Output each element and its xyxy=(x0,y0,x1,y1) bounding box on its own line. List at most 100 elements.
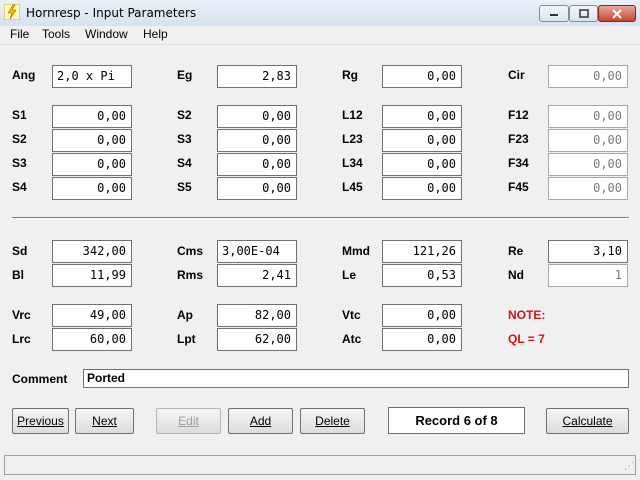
field-cms[interactable]: 3,00E-04 xyxy=(217,240,297,263)
field-s2[interactable]: 0,00 xyxy=(52,129,132,152)
menu-bar: File Tools Window Help xyxy=(0,26,640,45)
field-s5[interactable]: 0,00 xyxy=(217,177,297,200)
add-button[interactable]: Add xyxy=(228,408,293,434)
label-l45: L45 xyxy=(342,180,363,194)
close-button[interactable] xyxy=(598,5,636,22)
field-sd[interactable]: 342,00 xyxy=(52,240,132,263)
field-s3[interactable]: 0,00 xyxy=(52,153,132,176)
calculate-label: Calculate xyxy=(562,414,613,428)
field-lrc[interactable]: 60,00 xyxy=(52,328,132,351)
label-nd: Nd xyxy=(508,268,524,282)
field-f34[interactable]: 0,00 xyxy=(548,153,628,176)
menu-tools[interactable]: Tools xyxy=(42,27,70,41)
app-window: Hornresp - Input Parameters File Tools W… xyxy=(0,0,640,480)
field-le[interactable]: 0,53 xyxy=(382,264,462,287)
field-l34[interactable]: 0,00 xyxy=(382,153,462,176)
field-ang[interactable]: 2,0 x Pi xyxy=(52,65,132,88)
label-cms: Cms xyxy=(177,244,204,258)
resize-grip-icon[interactable]: ⋰ xyxy=(624,461,634,472)
label-cir: Cir xyxy=(508,68,525,82)
field-f12[interactable]: 0,00 xyxy=(548,105,628,128)
previous-label: Previous xyxy=(17,414,64,428)
label-s2: S2 xyxy=(12,132,27,146)
delete-label: Delete xyxy=(315,414,350,428)
calculate-button[interactable]: Calculate xyxy=(546,408,629,434)
field-vtc[interactable]: 0,00 xyxy=(382,304,462,327)
minimize-icon xyxy=(550,13,558,16)
field-s1[interactable]: 0,00 xyxy=(52,105,132,128)
next-button[interactable]: Next xyxy=(75,408,134,434)
label-ap: Ap xyxy=(177,308,193,322)
window-title: Hornresp - Input Parameters xyxy=(26,6,197,20)
field-re[interactable]: 3,10 xyxy=(548,240,628,263)
label-sd: Sd xyxy=(12,244,28,258)
field-mmd[interactable]: 121,26 xyxy=(382,240,462,263)
label-s5: S5 xyxy=(177,180,192,194)
field-ap[interactable]: 82,00 xyxy=(217,304,297,327)
field-f45[interactable]: 0,00 xyxy=(548,177,628,200)
label-l34: L34 xyxy=(342,156,363,170)
label-atc: Atc xyxy=(342,332,362,346)
menu-help[interactable]: Help xyxy=(143,27,168,41)
label-f23: F23 xyxy=(508,132,529,146)
label-s3: S3 xyxy=(12,156,27,170)
field-s4-row3[interactable]: 0,00 xyxy=(217,153,297,176)
field-s3-row2[interactable]: 0,00 xyxy=(217,129,297,152)
field-cir[interactable]: 0,00 xyxy=(548,65,628,88)
delete-button[interactable]: Delete xyxy=(300,408,365,434)
field-f23[interactable]: 0,00 xyxy=(548,129,628,152)
add-label: Add xyxy=(249,414,272,428)
field-eg[interactable]: 2,83 xyxy=(217,65,297,88)
edit-button[interactable]: Edit xyxy=(156,408,221,434)
field-rms[interactable]: 2,41 xyxy=(217,264,297,287)
label-comment: Comment xyxy=(12,372,68,386)
field-atc[interactable]: 0,00 xyxy=(382,328,462,351)
label-lrc: Lrc xyxy=(12,332,31,346)
menu-window[interactable]: Window xyxy=(85,27,128,41)
comment-field[interactable]: Ported xyxy=(83,369,629,388)
maximize-button[interactable] xyxy=(569,5,598,22)
label-eg: Eg xyxy=(177,68,193,82)
label-le: Le xyxy=(342,268,357,282)
label-l12: L12 xyxy=(342,108,363,122)
field-l12[interactable]: 0,00 xyxy=(382,105,462,128)
label-ang: Ang xyxy=(12,68,36,82)
label-bl: Bl xyxy=(12,268,24,282)
maximize-icon xyxy=(578,9,589,18)
label-f12: F12 xyxy=(508,108,529,122)
previous-button[interactable]: Previous xyxy=(12,408,69,434)
label-f45: F45 xyxy=(508,180,529,194)
field-nd[interactable]: 1 xyxy=(548,264,628,287)
label-vrc: Vrc xyxy=(12,308,31,322)
edit-label: Edit xyxy=(178,414,199,428)
label-re: Re xyxy=(508,244,524,258)
lightning-icon xyxy=(4,4,20,20)
field-lpt[interactable]: 62,00 xyxy=(217,328,297,351)
field-bl[interactable]: 11,99 xyxy=(52,264,132,287)
label-s4: S4 xyxy=(12,180,27,194)
label-s3-row2: S3 xyxy=(177,132,192,146)
minimize-button[interactable] xyxy=(539,5,569,22)
close-icon xyxy=(612,8,622,19)
menu-file[interactable]: File xyxy=(10,27,29,41)
label-l23: L23 xyxy=(342,132,363,146)
label-s2-row1: S2 xyxy=(177,108,192,122)
title-bar[interactable]: Hornresp - Input Parameters xyxy=(0,0,640,27)
next-label: Next xyxy=(92,414,117,428)
label-s4-row3: S4 xyxy=(177,156,192,170)
field-l23[interactable]: 0,00 xyxy=(382,129,462,152)
field-s4[interactable]: 0,00 xyxy=(52,177,132,200)
label-rms: Rms xyxy=(177,268,204,282)
note-title: NOTE: xyxy=(508,308,546,322)
label-mmd: Mmd xyxy=(342,244,370,258)
field-vrc[interactable]: 49,00 xyxy=(52,304,132,327)
field-s2-row1[interactable]: 0,00 xyxy=(217,105,297,128)
label-lpt: Lpt xyxy=(177,332,196,346)
label-s1: S1 xyxy=(12,108,27,122)
field-rg[interactable]: 0,00 xyxy=(382,65,462,88)
status-bar xyxy=(4,455,636,475)
label-rg: Rg xyxy=(342,68,358,82)
label-vtc: Vtc xyxy=(342,308,361,322)
label-f34: F34 xyxy=(508,156,529,170)
field-l45[interactable]: 0,00 xyxy=(382,177,462,200)
